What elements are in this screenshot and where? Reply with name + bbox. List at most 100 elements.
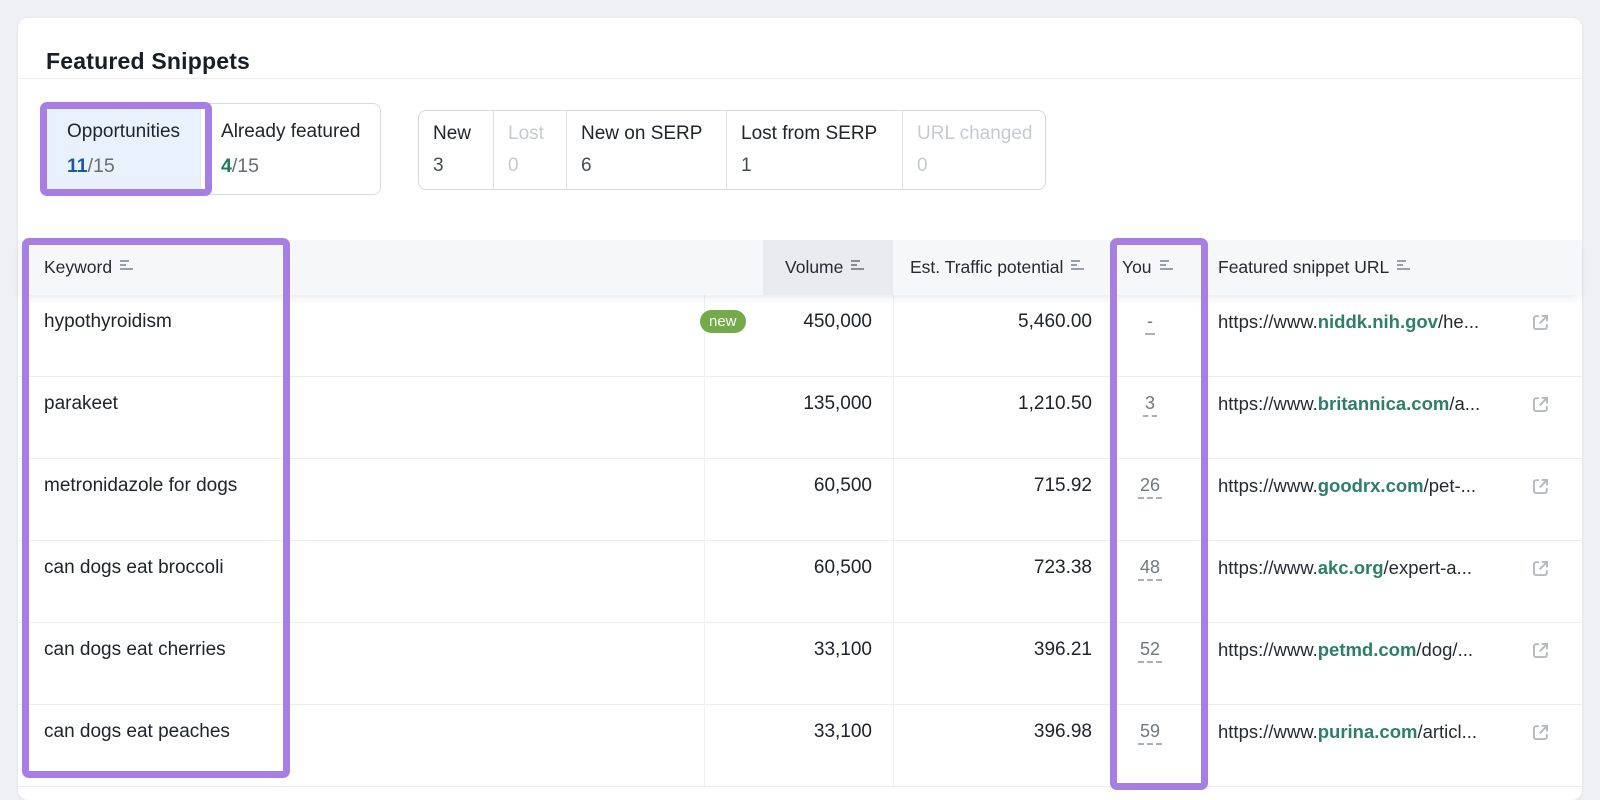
column-header-keyword-label: Keyword xyxy=(44,257,113,277)
url-prefix: https://www. xyxy=(1218,721,1318,742)
column-header-snippet-url-label: Featured snippet URL xyxy=(1218,257,1390,277)
you-position-cell: 59 xyxy=(1110,721,1190,745)
tab-opportunities-label: Opportunities xyxy=(67,121,181,142)
you-position-cell: 52 xyxy=(1110,639,1190,663)
you-position-link[interactable]: 26 xyxy=(1137,475,1163,499)
column-header-est-traffic[interactable]: Est. Traffic potential xyxy=(910,240,1086,295)
sort-icon xyxy=(1071,239,1086,294)
volume-cell: 33,100 xyxy=(813,721,872,742)
url-domain: akc.org xyxy=(1317,557,1384,578)
filter-new-on-serp[interactable]: New on SERP 6 xyxy=(566,111,726,189)
keyword-cell: can dogs eat cherries xyxy=(44,639,226,660)
table-row: hypothyroidism new 450,000 5,460.00 - ht… xyxy=(18,295,1582,377)
sort-icon xyxy=(851,239,866,294)
url-path: /a... xyxy=(1449,393,1481,414)
url-domain: goodrx.com xyxy=(1317,475,1424,496)
filter-lost-from-serp[interactable]: Lost from SERP 1 xyxy=(726,111,902,189)
column-header-volume-label: Volume xyxy=(785,257,844,277)
you-position-link[interactable]: 52 xyxy=(1137,639,1163,663)
you-position-link[interactable]: 3 xyxy=(1142,393,1157,417)
cell-divider xyxy=(704,623,705,705)
volume-cell: 60,500 xyxy=(813,557,872,578)
cell-divider xyxy=(704,541,705,623)
external-link-icon[interactable] xyxy=(1530,640,1551,667)
url-prefix: https://www. xyxy=(1218,557,1318,578)
report-card: Featured Snippets Opportunities 11/15 Al… xyxy=(18,18,1582,800)
you-position-cell: - xyxy=(1110,311,1190,335)
keyword-cell: parakeet xyxy=(44,393,118,414)
cell-divider xyxy=(704,705,705,787)
url-prefix: https://www. xyxy=(1218,475,1318,496)
cell-divider xyxy=(893,459,894,541)
table-header: Keyword Volume Est. Traffic potential Yo… xyxy=(18,240,1582,295)
external-link-icon[interactable] xyxy=(1530,722,1551,749)
column-header-keyword[interactable]: Keyword xyxy=(44,240,135,295)
external-link-icon[interactable] xyxy=(1530,476,1551,503)
filter-lost-from-serp-count: 1 xyxy=(741,155,752,176)
column-header-you[interactable]: You xyxy=(1122,240,1175,295)
table-row: metronidazole for dogs 60,500 715.92 26 … xyxy=(18,459,1582,541)
tab-opportunities[interactable]: Opportunities 11/15 xyxy=(47,104,201,194)
sort-icon xyxy=(1159,239,1175,294)
tab-already-featured-label: Already featured xyxy=(221,121,361,142)
filter-url-changed[interactable]: URL changed 0 xyxy=(902,111,1045,189)
url-domain: purina.com xyxy=(1317,721,1418,742)
external-link-icon[interactable] xyxy=(1530,394,1551,421)
url-domain: britannica.com xyxy=(1317,393,1450,414)
external-link-icon[interactable] xyxy=(1530,312,1551,339)
filter-new-on-serp-count: 6 xyxy=(581,155,592,176)
est-traffic-cell: 715.92 xyxy=(1033,475,1092,496)
you-position-link[interactable]: 48 xyxy=(1137,557,1163,581)
sort-icon xyxy=(1397,239,1412,294)
filter-new[interactable]: New 3 xyxy=(419,111,493,189)
snippet-url-link[interactable]: https://www.akc.org/expert-a... xyxy=(1218,557,1472,579)
table-row: parakeet 135,000 1,210.50 3 https://www.… xyxy=(18,377,1582,459)
filter-new-label: New xyxy=(433,123,472,144)
url-path: /dog/... xyxy=(1416,639,1473,660)
cell-divider xyxy=(893,705,894,787)
filter-lost-from-serp-label: Lost from SERP xyxy=(741,123,878,144)
filter-lost-label: Lost xyxy=(508,123,544,144)
title-divider xyxy=(18,78,1582,79)
snippet-url-link[interactable]: https://www.goodrx.com/pet-... xyxy=(1218,475,1476,497)
sort-icon xyxy=(120,239,135,294)
column-header-snippet-url[interactable]: Featured snippet URL xyxy=(1218,240,1412,295)
tab-already-featured-value: 4/15 xyxy=(221,153,360,179)
cell-divider xyxy=(704,459,705,541)
keyword-cell: can dogs eat broccoli xyxy=(44,557,224,578)
featured-snippets-report: Featured Snippets Opportunities 11/15 Al… xyxy=(0,0,1600,800)
volume-cell: 60,500 xyxy=(813,475,872,496)
table-row: can dogs eat peaches 33,100 396.98 59 ht… xyxy=(18,705,1582,787)
filter-lost[interactable]: Lost 0 xyxy=(493,111,566,189)
keyword-cell: can dogs eat peaches xyxy=(44,721,230,742)
you-position-cell: 26 xyxy=(1110,475,1190,499)
cell-divider xyxy=(704,377,705,459)
you-position-link[interactable]: 59 xyxy=(1137,721,1163,745)
snippet-url-link[interactable]: https://www.petmd.com/dog/... xyxy=(1218,639,1473,661)
url-path: /pet-... xyxy=(1423,475,1477,496)
url-prefix: https://www. xyxy=(1218,639,1318,660)
cell-divider xyxy=(704,295,705,377)
volume-cell: 450,000 xyxy=(803,311,872,332)
you-position-cell: 3 xyxy=(1110,393,1190,417)
cell-divider xyxy=(893,295,894,377)
est-traffic-cell: 396.98 xyxy=(1033,721,1092,742)
table-row: can dogs eat broccoli 60,500 723.38 48 h… xyxy=(18,541,1582,623)
tab-already-featured[interactable]: Already featured 4/15 xyxy=(200,104,380,194)
you-position-cell: 48 xyxy=(1110,557,1190,581)
snippet-tabs: Opportunities 11/15 Already featured 4/1… xyxy=(46,103,382,195)
snippet-url-link[interactable]: https://www.purina.com/articl... xyxy=(1218,721,1477,743)
url-path: /articl... xyxy=(1417,721,1478,742)
snippet-url-link[interactable]: https://www.britannica.com/a... xyxy=(1218,393,1480,415)
tab-opportunities-count: 11 xyxy=(67,155,88,177)
cell-divider xyxy=(893,377,894,459)
you-position-link[interactable]: - xyxy=(1145,311,1155,335)
est-traffic-cell: 723.38 xyxy=(1033,557,1092,578)
volume-cell: 135,000 xyxy=(803,393,872,414)
external-link-icon[interactable] xyxy=(1530,558,1551,585)
column-header-volume[interactable]: Volume xyxy=(785,240,866,295)
url-domain: petmd.com xyxy=(1317,639,1417,660)
tab-opportunities-total: /15 xyxy=(87,155,115,177)
column-header-est-traffic-label: Est. Traffic potential xyxy=(910,257,1064,277)
snippet-url-link[interactable]: https://www.niddk.nih.gov/he... xyxy=(1218,311,1479,333)
